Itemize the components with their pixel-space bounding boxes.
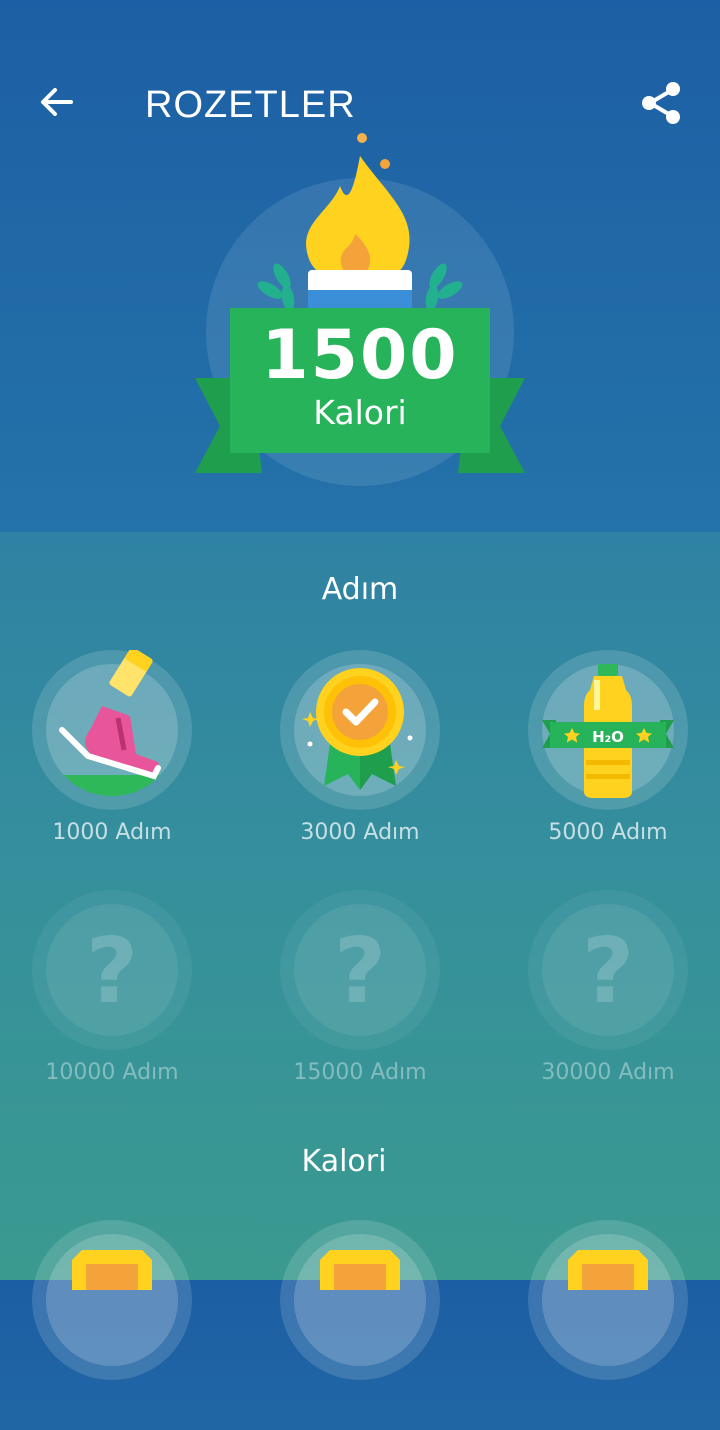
calorie-medal-icon: [32, 1220, 192, 1380]
badge-calorie-1[interactable]: [12, 1220, 212, 1430]
shoe-icon: [32, 650, 192, 810]
badge-label: 10000 Adım: [45, 1060, 179, 1085]
bottle-label: H₂O: [592, 728, 624, 746]
arrow-left-icon: [41, 88, 73, 116]
calorie-medal-icon: [280, 1220, 440, 1380]
badge-10000-steps[interactable]: ? 10000 Adım: [12, 890, 212, 1100]
hero-value: 1500: [261, 316, 459, 395]
badge-label: 1000 Adım: [52, 820, 172, 845]
question-icon: ?: [280, 890, 440, 1050]
svg-text:?: ?: [582, 919, 634, 1024]
badge-5000-steps[interactable]: H₂O 5000 Adım: [508, 650, 708, 860]
medal-icon: [280, 650, 440, 810]
hero-unit: Kalori: [313, 393, 407, 432]
share-icon: [642, 82, 680, 124]
page-title: ROZETLER: [145, 84, 356, 126]
badge-label: 15000 Adım: [293, 1060, 427, 1085]
svg-text:?: ?: [334, 919, 386, 1024]
calorie-badge-icon: [195, 133, 525, 486]
badge-label: 3000 Adım: [300, 820, 420, 845]
calorie-medal-icon: [528, 1220, 688, 1380]
badge-3000-steps[interactable]: 3000 Adım: [260, 650, 460, 860]
badge-label: 5000 Adım: [548, 820, 668, 845]
badge-15000-steps[interactable]: ? 15000 Adım: [260, 890, 460, 1100]
badge-30000-steps[interactable]: ? 30000 Adım: [508, 890, 708, 1100]
badge-calorie-3[interactable]: [508, 1220, 708, 1430]
share-button[interactable]: [634, 78, 688, 128]
section-title-steps: Adım: [321, 572, 399, 607]
water-bottle-icon: H₂O: [528, 650, 688, 810]
question-icon: ?: [528, 890, 688, 1050]
badge-1000-steps[interactable]: 1000 Adım: [12, 650, 212, 860]
badge-calorie-2[interactable]: [260, 1220, 460, 1430]
section-title-calories: Kalori: [301, 1144, 387, 1179]
back-button[interactable]: [30, 80, 84, 124]
svg-text:?: ?: [86, 919, 138, 1024]
question-icon: ?: [32, 890, 192, 1050]
badge-label: 30000 Adım: [541, 1060, 675, 1085]
